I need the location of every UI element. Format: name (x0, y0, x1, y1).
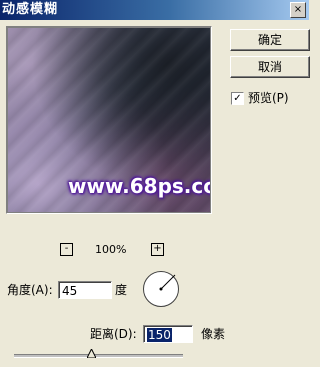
preview-checkbox[interactable]: ✓ (231, 92, 244, 105)
angle-input[interactable]: 45 (58, 281, 112, 299)
preview-checkbox-label: 预览(P) (248, 91, 289, 105)
distance-label: 距离(D): (90, 327, 137, 341)
distance-slider-thumb[interactable] (87, 349, 96, 358)
angle-unit: 度 (115, 283, 128, 297)
preview-image[interactable]: www.68ps.com (8, 28, 210, 212)
close-icon[interactable]: × (290, 2, 306, 18)
title-bar[interactable]: 动感模糊 × (0, 0, 309, 20)
dialog-title: 动感模糊 (2, 2, 59, 17)
distance-value: 150 (147, 328, 172, 342)
zoom-in-button[interactable]: + (151, 243, 164, 256)
distance-input[interactable]: 150 (143, 325, 193, 343)
zoom-out-button[interactable]: - (60, 243, 73, 256)
watermark-text: www.68ps.com (68, 174, 210, 198)
angle-dial[interactable] (143, 271, 179, 307)
distance-slider-track[interactable] (14, 354, 183, 358)
zoom-level: 100% (95, 243, 127, 256)
angle-dial-indicator-icon (159, 274, 176, 291)
cancel-button[interactable]: 取消 (230, 56, 310, 78)
angle-label: 角度(A): (7, 283, 53, 297)
ok-button[interactable]: 确定 (230, 29, 310, 51)
preview-frame: www.68ps.com (6, 26, 212, 214)
distance-unit: 像素 (201, 327, 226, 341)
